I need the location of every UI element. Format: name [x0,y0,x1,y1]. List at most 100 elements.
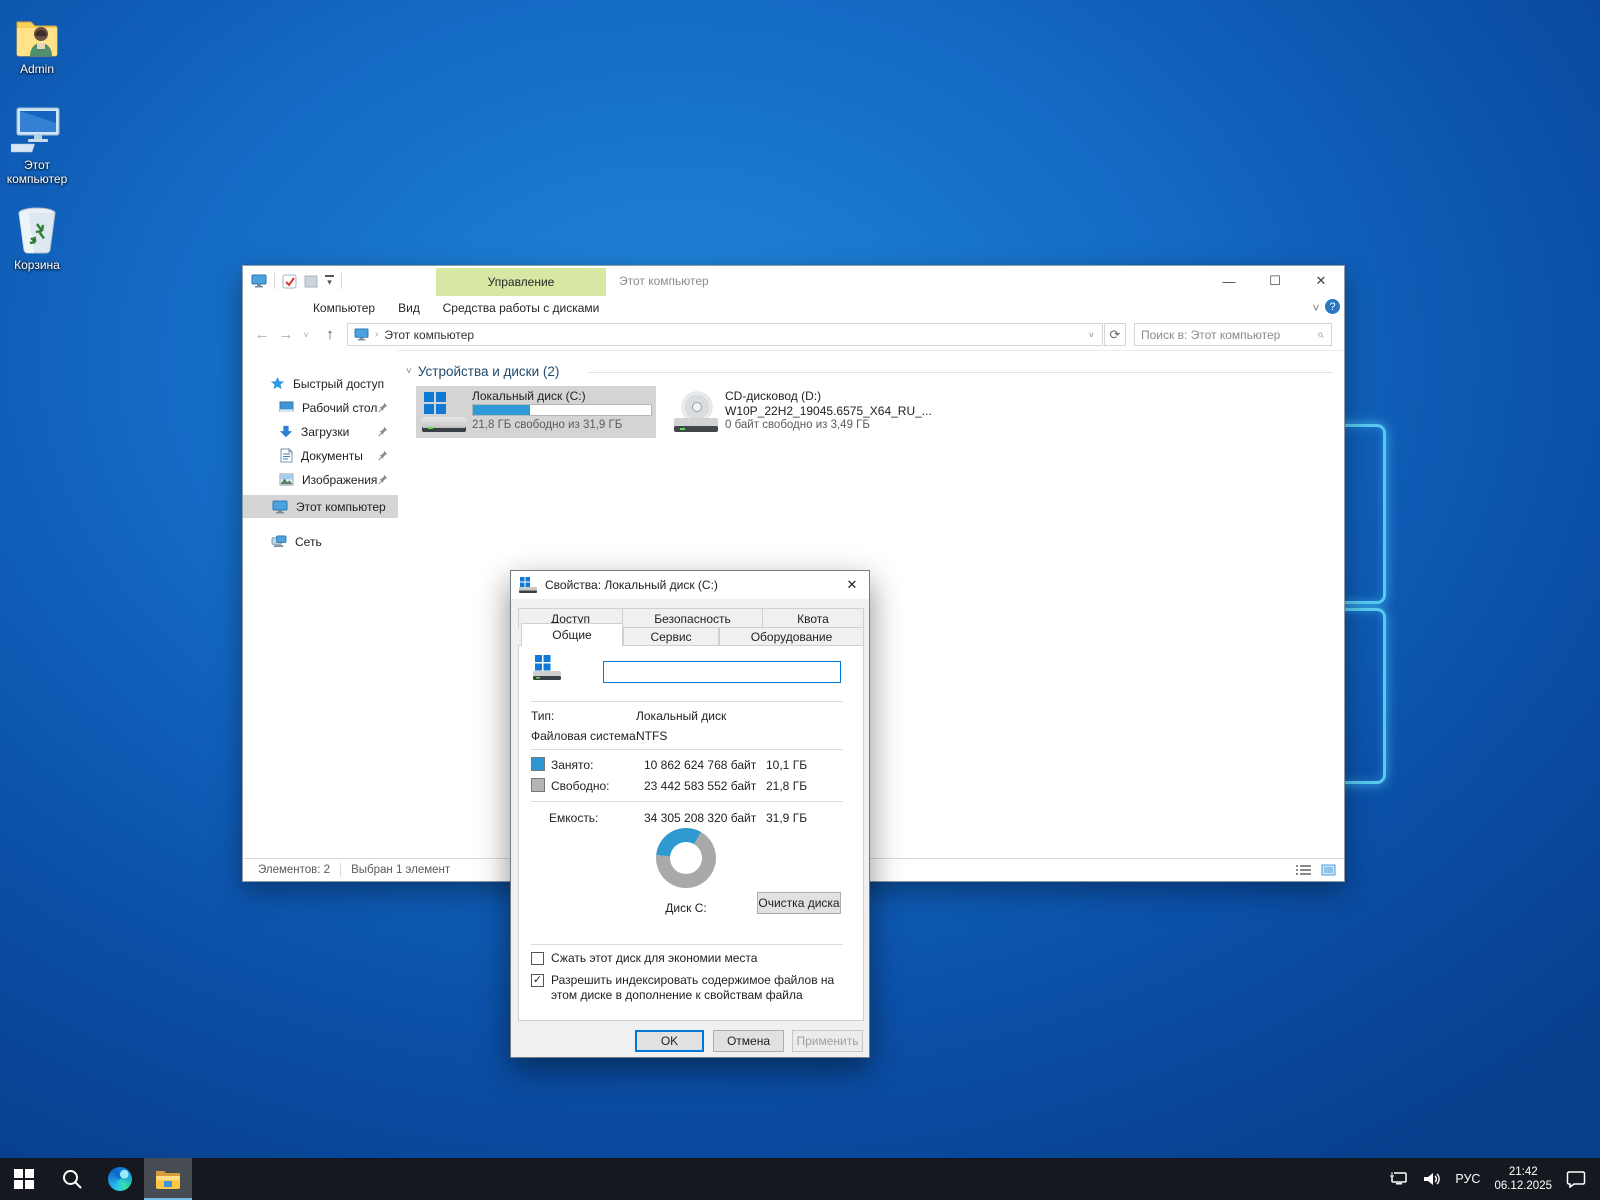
used-color-swatch [531,757,545,771]
start-button[interactable] [0,1158,48,1200]
taskbar-explorer-button[interactable] [144,1158,192,1200]
large-icons-view-icon[interactable] [1321,864,1336,876]
window-title: Этот компьютер [619,266,709,296]
sidebar-item-this-pc[interactable]: Этот компьютер [243,495,398,518]
explorer-titlebar[interactable]: ▾ Управление Этот компьютер — ☐ ✕ [243,266,1344,296]
drive-name: Локальный диск (C:) [472,389,586,403]
pin-icon [377,402,388,413]
details-view-icon[interactable] [1296,864,1311,876]
tray-time: 21:42 [1494,1165,1552,1179]
search-icon [61,1168,83,1190]
chevron-down-icon[interactable]: ˅ [406,366,412,377]
sidebar-item-network[interactable]: Сеть [243,530,398,553]
properties-dialog: Свойства: Локальный диск (C:) ✕ Доступ Б… [510,570,870,1058]
qat-customize-icon[interactable]: ▾ [325,275,334,287]
close-button[interactable]: ✕ [1298,266,1344,296]
up-icon[interactable]: ↑ [319,319,341,350]
sidebar-item-quick-access[interactable]: Быстрый доступ [243,372,398,395]
quick-access-toolbar: ▾ [251,266,342,296]
tab-hardware[interactable]: Оборудование [719,627,864,647]
used-label: Занято: [551,758,593,772]
disk-usage-donut-chart [656,828,716,888]
drive-name: CD-дисковод (D:) [725,389,821,403]
this-pc-icon [272,500,288,514]
status-selection: Выбран 1 элемент [351,864,450,876]
disk-cleanup-button[interactable]: Очистка диска [757,892,841,914]
drive-tile-c[interactable]: Локальный диск (C:) 21,8 ГБ свободно из … [416,386,656,438]
dialog-title: Свойства: Локальный диск (C:) [545,578,718,592]
address-field[interactable]: › Этот компьютер ˅ [347,323,1103,346]
free-bytes: 23 442 583 552 байт [644,779,756,793]
language-indicator[interactable]: РУС [1448,1158,1487,1200]
sidebar-item-pictures[interactable]: Изображения [243,468,398,491]
qat-properties-icon[interactable] [282,274,297,289]
drive-tile-d[interactable]: CD-дисковод (D:) W10P_22H2_19045.6575_X6… [669,386,915,438]
desktop-icon-label-line2: компьютер [0,172,74,186]
ribbon-tabs: Файл Компьютер Вид Средства работы с дис… [243,296,1344,320]
volume-label-input[interactable] [603,661,841,683]
search-box[interactable]: ⌕ [1134,323,1332,346]
sidebar-item-downloads[interactable]: Загрузки [243,420,398,443]
minimize-button[interactable]: — [1206,266,1252,296]
sidebar-item-desktop[interactable]: Рабочий стол [243,396,398,419]
qat-new-folder-icon[interactable] [304,274,318,288]
refresh-icon[interactable]: ⟳ [1104,323,1126,346]
compress-checkbox-label[interactable]: Сжать этот диск для экономии места [551,951,841,966]
sidebar-item-documents[interactable]: Документы [243,444,398,467]
pictures-icon [279,473,294,486]
tab-file[interactable]: Файл [243,296,300,319]
address-dropdown-icon[interactable]: ˅ [1081,330,1102,340]
back-icon[interactable]: ← [251,319,273,350]
forward-icon[interactable]: → [275,319,297,350]
recycle-bin-icon [0,204,74,254]
pin-icon [377,426,388,437]
action-center-icon[interactable] [1559,1158,1600,1200]
desktop: Admin Этот компьютер [0,0,1600,1200]
network-tray-icon[interactable] [1382,1158,1416,1200]
ok-button[interactable]: OK [635,1030,704,1052]
dialog-titlebar[interactable]: Свойства: Локальный диск (C:) ✕ [511,571,869,599]
index-checkbox[interactable]: ✓ [531,974,544,987]
file-explorer-icon [155,1168,181,1190]
recent-locations-icon[interactable]: ˅ [299,319,313,350]
tab-general[interactable]: Общие [521,623,623,646]
tab-quota[interactable]: Квота [762,608,864,628]
cancel-button[interactable]: Отмена [713,1030,784,1052]
search-icon[interactable]: ⌕ [1310,327,1331,342]
user-folder-icon [0,8,74,58]
tab-computer[interactable]: Компьютер [311,296,377,319]
volume-tray-icon[interactable] [1416,1158,1448,1200]
tab-disk-tools[interactable]: Средства работы с дисками [439,296,603,319]
desktop-icon-label: Admin [0,62,74,76]
free-color-swatch [531,778,545,792]
clock[interactable]: 21:42 06.12.2025 [1487,1158,1559,1200]
this-pc-icon [0,104,74,154]
desktop-icon-this-pc[interactable]: Этот компьютер [0,104,74,186]
tab-security[interactable]: Безопасность [622,608,763,628]
free-label: Свободно: [551,779,610,793]
desktop-icon-recycle-bin[interactable]: Корзина [0,204,74,272]
tab-view[interactable]: Вид [389,296,429,319]
desktop-icon-admin[interactable]: Admin [0,8,74,76]
maximize-button[interactable]: ☐ [1252,266,1298,296]
network-icon [271,535,287,548]
capacity-size: 31,9 ГБ [766,811,841,825]
taskbar-edge-button[interactable] [96,1158,144,1200]
help-icon[interactable]: ? [1325,299,1340,314]
apply-button[interactable]: Применить [792,1030,863,1052]
address-bar-row: ← → ˅ ↑ › Этот компьютер ˅ ⟳ ⌕ [243,319,1344,351]
tab-tools[interactable]: Сервис [623,627,719,647]
group-header[interactable]: ˅ Устройства и диски (2) [406,364,559,379]
index-checkbox-label[interactable]: Разрешить индексировать содержимое файло… [551,973,839,1003]
compress-checkbox[interactable]: ✓ [531,952,544,965]
contextual-tab-manage[interactable]: Управление [436,268,606,296]
cd-drive-icon [673,390,719,434]
dialog-close-icon[interactable]: ✕ [835,571,869,599]
taskbar-search-button[interactable] [48,1158,96,1200]
search-input[interactable] [1135,328,1310,342]
system-tray: РУС 21:42 06.12.2025 [1382,1158,1600,1200]
desktop-icon [279,401,294,414]
tray-date: 06.12.2025 [1494,1179,1552,1193]
filesystem-value: NTFS [636,729,667,743]
ribbon-collapse-icon[interactable]: ˅ [1306,296,1326,319]
